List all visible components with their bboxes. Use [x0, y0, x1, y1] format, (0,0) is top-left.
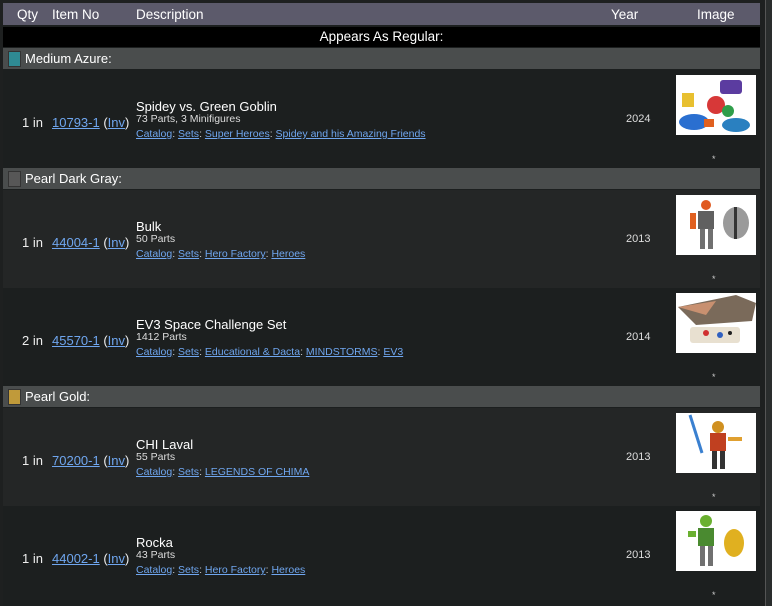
catalog-link[interactable]: Heroes	[271, 564, 305, 576]
catalog-link[interactable]: Sets	[178, 466, 199, 478]
item-no-cell: 44004-1 (Inv)	[52, 235, 130, 250]
catalog-link[interactable]: Super Heroes	[205, 128, 270, 140]
table-row: 1 in 10793-1 (Inv) Spidey vs. Green Gobl…	[3, 70, 760, 168]
table-row: 1 in 44004-1 (Inv) Bulk 50 Parts Catalog…	[3, 190, 760, 288]
color-group-header: Pearl Gold:	[3, 386, 760, 407]
year-cell: 2013	[626, 451, 651, 463]
year-cell: 2013	[626, 549, 651, 561]
item-parts: 1412 Parts	[136, 331, 187, 343]
inv-link[interactable]: Inv	[108, 115, 125, 130]
item-name: CHI Laval	[136, 437, 194, 452]
set-image[interactable]	[676, 293, 756, 353]
set-image[interactable]	[676, 511, 756, 571]
catalog-link[interactable]: LEGENDS OF CHIMA	[205, 466, 309, 478]
item-no-cell: 10793-1 (Inv)	[52, 115, 130, 130]
table-row: 1 in 44002-1 (Inv) Rocka 43 Parts Catalo…	[3, 506, 760, 606]
inv-link[interactable]: Inv	[108, 235, 125, 250]
qty-cell: 1 in	[22, 235, 43, 250]
table-row: 2 in 45570-1 (Inv) EV3 Space Challenge S…	[3, 288, 760, 386]
color-group-header: Pearl Dark Gray:	[3, 168, 760, 189]
inventory-table: Qty Item No Description Year Image Appea…	[3, 3, 760, 606]
header-year: Year	[611, 7, 639, 22]
header-qty: Qty	[17, 7, 39, 22]
item-no-link[interactable]: 10793-1	[52, 115, 100, 130]
item-name: EV3 Space Challenge Set	[136, 317, 287, 332]
catalog-link[interactable]: Catalog	[136, 248, 172, 260]
color-group-header: Medium Azure:	[3, 48, 760, 69]
color-swatch	[8, 389, 21, 405]
item-no-link[interactable]: 45570-1	[52, 333, 100, 348]
item-name: Rocka	[136, 535, 173, 550]
image-dot: *	[712, 372, 716, 382]
header-image: Image	[697, 7, 735, 22]
item-no-link[interactable]: 44002-1	[52, 551, 100, 566]
set-image[interactable]	[676, 413, 756, 473]
item-parts: 50 Parts	[136, 233, 176, 245]
inv-link[interactable]: Inv	[108, 453, 125, 468]
item-no-cell: 70200-1 (Inv)	[52, 453, 130, 468]
catalog-link[interactable]: Sets	[178, 564, 199, 576]
catalog-link[interactable]: Catalog	[136, 466, 172, 478]
catalog-link[interactable]: Heroes	[271, 248, 305, 260]
catalog-breadcrumb: Catalog: Sets: Super Heroes: Spidey and …	[136, 128, 426, 140]
item-parts: 55 Parts	[136, 451, 176, 463]
set-image-graphic	[679, 80, 750, 132]
color-swatch	[8, 171, 21, 187]
table-row: 1 in 70200-1 (Inv) CHI Laval 55 Parts Ca…	[3, 408, 760, 506]
color-swatch	[8, 51, 21, 67]
year-cell: 2013	[626, 233, 651, 245]
header-item-no: Item No	[52, 7, 100, 22]
image-dot: *	[712, 492, 716, 502]
color-name: Pearl Dark Gray:	[25, 171, 122, 186]
item-no-link[interactable]: 70200-1	[52, 453, 100, 468]
set-image-graphic	[688, 515, 744, 566]
qty-cell: 1 in	[22, 551, 43, 566]
year-cell: 2014	[626, 331, 651, 343]
set-image[interactable]	[676, 75, 756, 135]
set-image-graphic	[688, 414, 742, 469]
catalog-link[interactable]: EV3	[383, 346, 403, 358]
catalog-breadcrumb: Catalog: Sets: Hero Factory: Heroes	[136, 564, 306, 576]
catalog-breadcrumb: Catalog: Sets: Educational & Dacta: MIND…	[136, 346, 404, 358]
catalog-link[interactable]: Sets	[178, 248, 199, 260]
color-name: Pearl Gold:	[25, 389, 91, 404]
image-dot: *	[712, 274, 716, 284]
set-image[interactable]	[676, 195, 756, 255]
image-dot: *	[712, 154, 716, 164]
catalog-link[interactable]: Catalog	[136, 128, 172, 140]
catalog-link[interactable]: Hero Factory	[205, 564, 266, 576]
catalog-link[interactable]: Educational & Dacta	[205, 346, 300, 358]
page-scroll-edge	[765, 0, 772, 606]
image-dot: *	[712, 590, 716, 600]
item-name: Bulk	[136, 219, 162, 234]
qty-cell: 1 in	[22, 453, 43, 468]
year-cell: 2024	[626, 113, 651, 125]
catalog-link[interactable]: Hero Factory	[205, 248, 266, 260]
header-description: Description	[136, 7, 204, 22]
set-image-graphic	[690, 200, 749, 249]
item-parts: 43 Parts	[136, 549, 176, 561]
catalog-link[interactable]: Sets	[178, 128, 199, 140]
table-header: Qty Item No Description Year Image	[3, 3, 760, 25]
catalog-link[interactable]: Catalog	[136, 564, 172, 576]
catalog-link[interactable]: Sets	[178, 346, 199, 358]
catalog-link[interactable]: Spidey and his Amazing Friends	[276, 128, 426, 140]
color-name: Medium Azure:	[25, 51, 112, 66]
qty-cell: 2 in	[22, 333, 43, 348]
item-no-link[interactable]: 44004-1	[52, 235, 100, 250]
item-no-cell: 45570-1 (Inv)	[52, 333, 130, 348]
item-no-cell: 44002-1 (Inv)	[52, 551, 130, 566]
appears-as-regular-banner: Appears As Regular:	[3, 27, 760, 47]
catalog-breadcrumb: Catalog: Sets: LEGENDS OF CHIMA	[136, 466, 310, 478]
catalog-breadcrumb: Catalog: Sets: Hero Factory: Heroes	[136, 248, 306, 260]
catalog-link[interactable]: Catalog	[136, 346, 172, 358]
item-parts: 73 Parts, 3 Minifigures	[136, 113, 241, 125]
item-name: Spidey vs. Green Goblin	[136, 99, 277, 114]
qty-cell: 1 in	[22, 115, 43, 130]
catalog-link[interactable]: MINDSTORMS	[306, 346, 378, 358]
inv-link[interactable]: Inv	[108, 333, 125, 348]
inv-link[interactable]: Inv	[108, 551, 125, 566]
set-image-graphic	[678, 295, 756, 343]
